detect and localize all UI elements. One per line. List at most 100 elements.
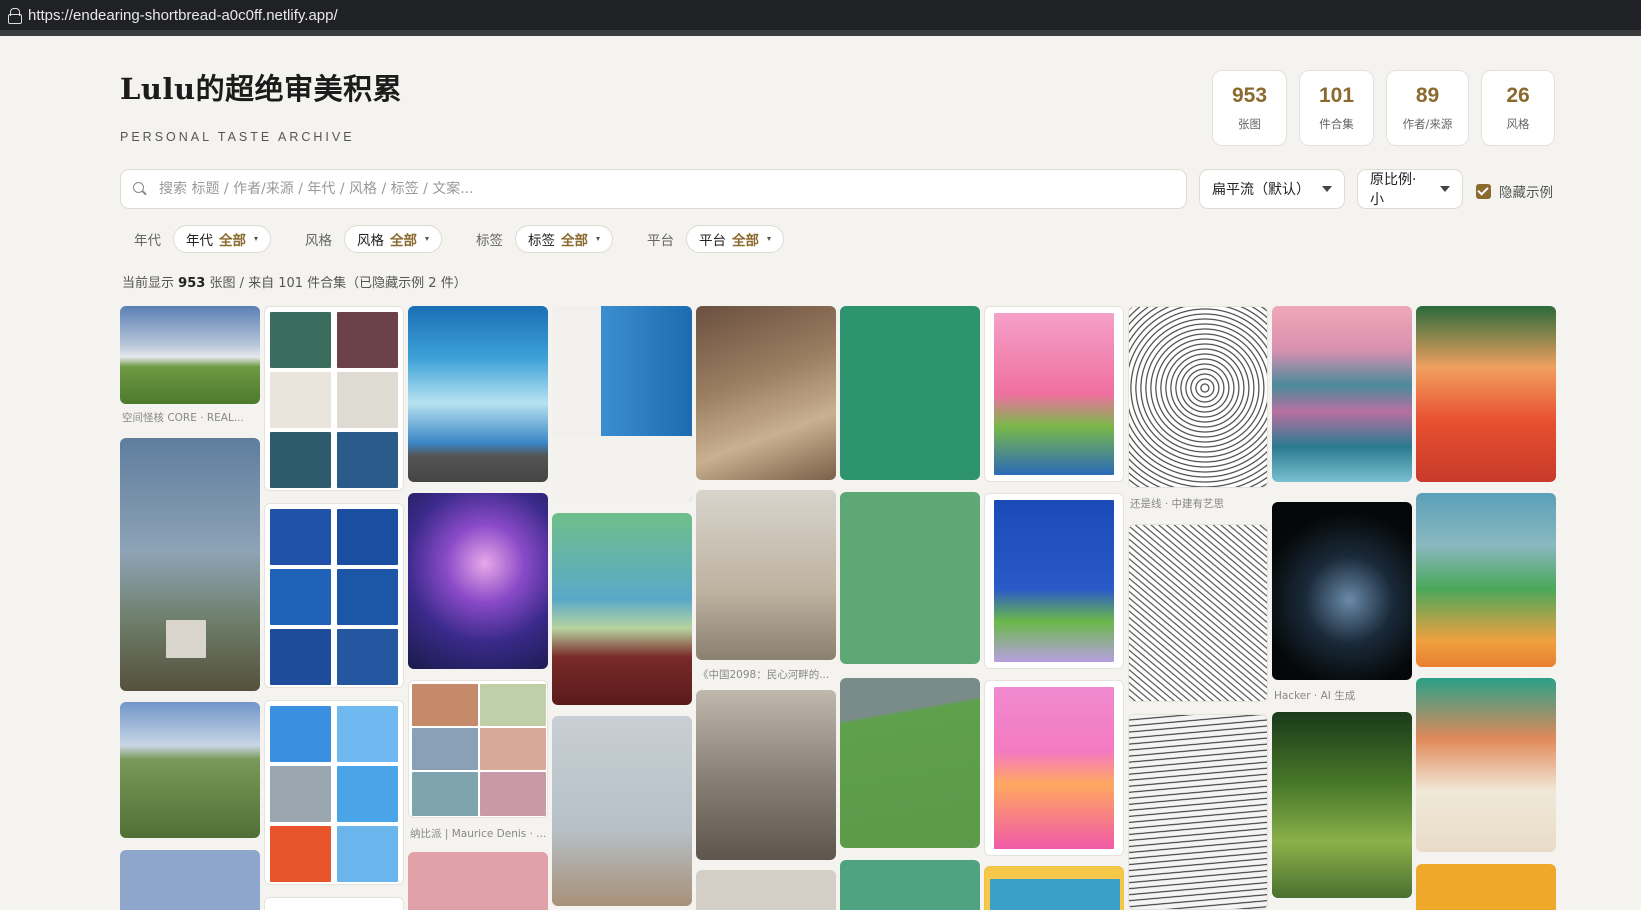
image-card[interactable] <box>408 852 548 910</box>
filter-chip-name: 平台 <box>699 233 726 249</box>
image-grid: 空间怪核 CORE · REAL... 纳比派 | Maurice Denis … <box>120 306 1556 910</box>
summary-rest: 张图 / 来自 101 件合集（已隐藏示例 2 件） <box>209 276 467 291</box>
filter-platform: 平台 平台 全部 <box>647 225 784 253</box>
layout-select[interactable]: 扁平流（默认） <box>1199 169 1345 209</box>
chevron-down-icon <box>596 237 600 241</box>
stat-collections: 101 件合集 <box>1299 70 1374 146</box>
chevron-down-icon <box>254 237 258 241</box>
lock-icon <box>8 8 22 24</box>
image-caption: Hacker · AI 生成 <box>1274 690 1356 702</box>
filter-era-dropdown[interactable]: 年代 全部 <box>173 225 271 253</box>
stat-images: 953 张图 <box>1212 70 1287 146</box>
search-input[interactable] <box>159 181 1186 197</box>
filter-chip-name: 年代 <box>186 233 213 249</box>
image-card[interactable] <box>840 306 980 480</box>
stat-styles: 26 风格 <box>1481 70 1555 146</box>
image-card[interactable] <box>696 490 836 660</box>
image-caption: 空间怪核 CORE · REAL... <box>122 412 244 424</box>
chevron-down-icon <box>1322 186 1332 192</box>
image-card[interactable] <box>552 716 692 906</box>
image-caption: 纳比派 | Maurice Denis · ... <box>410 828 546 840</box>
image-card[interactable] <box>120 438 260 691</box>
filter-label: 标签 <box>476 233 503 249</box>
stat-label: 风格 <box>1506 117 1530 131</box>
page-subtitle: PERSONAL TASTE ARCHIVE <box>120 130 355 144</box>
image-card[interactable] <box>408 680 548 818</box>
stat-value: 953 <box>1231 84 1268 107</box>
image-card[interactable] <box>408 306 548 482</box>
image-card[interactable] <box>1128 714 1268 910</box>
image-card[interactable] <box>1416 864 1556 910</box>
summary-prefix: 当前显示 <box>122 276 175 291</box>
search-box[interactable] <box>120 169 1187 209</box>
image-card[interactable] <box>984 493 1124 669</box>
filter-era: 年代 年代 全部 <box>134 225 271 253</box>
image-card[interactable] <box>696 870 836 910</box>
filter-tag-dropdown[interactable]: 标签 全部 <box>515 225 613 253</box>
filter-style: 风格 风格 全部 <box>305 225 442 253</box>
filter-chip-value: 全部 <box>561 233 588 249</box>
image-card[interactable] <box>264 503 404 688</box>
layout-select-value: 扁平流（默认） <box>1212 182 1310 198</box>
image-card[interactable] <box>120 306 260 404</box>
image-card[interactable] <box>984 866 1124 910</box>
image-card[interactable] <box>840 678 980 848</box>
image-card[interactable] <box>1128 524 1268 702</box>
image-card[interactable] <box>696 306 836 480</box>
image-card[interactable] <box>120 850 260 910</box>
filter-chip-value: 全部 <box>390 233 417 249</box>
search-icon <box>133 182 147 196</box>
browser-address-bar[interactable]: https://endearing-shortbread-a0c0ff.netl… <box>0 0 1641 36</box>
image-card[interactable] <box>264 700 404 885</box>
image-card[interactable] <box>1272 712 1412 898</box>
image-card[interactable] <box>984 306 1124 482</box>
image-card[interactable] <box>552 306 692 502</box>
image-card[interactable] <box>1272 306 1412 482</box>
filter-bar: 年代 年代 全部 风格 风格 全部 标签 标签 全部 平台 平台 全部 <box>134 225 818 253</box>
image-caption: 还是线 · 中建有艺思 <box>1130 498 1225 510</box>
stat-label: 张图 <box>1238 117 1261 131</box>
image-card[interactable] <box>696 690 836 860</box>
browser-url[interactable]: https://endearing-shortbread-a0c0ff.netl… <box>28 7 338 24</box>
image-card[interactable] <box>840 860 980 910</box>
image-card[interactable] <box>408 493 548 669</box>
stat-label: 件合集 <box>1319 117 1354 131</box>
page-title: Lulu的超绝审美积累 <box>120 72 403 106</box>
filter-chip-value: 全部 <box>732 233 759 249</box>
result-summary: 当前显示 953 张图 / 来自 101 件合集（已隐藏示例 2 件） <box>122 272 467 291</box>
filter-chip-name: 标签 <box>528 233 555 249</box>
filter-platform-dropdown[interactable]: 平台 全部 <box>686 225 784 253</box>
image-card[interactable] <box>1128 306 1268 488</box>
filter-label: 平台 <box>647 233 674 249</box>
image-card[interactable] <box>1416 493 1556 667</box>
ratio-select-value: 原比例·小 <box>1370 172 1417 208</box>
image-caption: 《中国2098：民心河畔的... <box>698 669 830 681</box>
stat-value: 101 <box>1318 84 1355 107</box>
image-card[interactable] <box>1416 678 1556 852</box>
stat-value: 89 <box>1415 84 1440 107</box>
image-card[interactable] <box>552 513 692 705</box>
stats-panel: 953 张图 101 件合集 89 作者/来源 26 风格 <box>1212 70 1555 146</box>
filter-label: 风格 <box>305 233 332 249</box>
image-card[interactable] <box>1272 502 1412 680</box>
filter-chip-name: 风格 <box>357 233 384 249</box>
image-card[interactable] <box>120 702 260 838</box>
image-card[interactable] <box>984 680 1124 856</box>
image-card[interactable] <box>1416 306 1556 482</box>
chevron-down-icon <box>767 237 771 241</box>
stat-value: 26 <box>1506 84 1530 107</box>
ratio-select[interactable]: 原比例·小 <box>1357 169 1463 209</box>
hide-examples-label: 隐藏示例 <box>1499 185 1553 201</box>
house-shape <box>166 620 206 658</box>
image-card[interactable] <box>840 492 980 664</box>
filter-tag: 标签 标签 全部 <box>476 225 613 253</box>
hide-examples-toggle[interactable]: 隐藏示例 <box>1476 181 1553 201</box>
filter-label: 年代 <box>134 233 161 249</box>
stat-authors: 89 作者/来源 <box>1386 70 1469 146</box>
filter-style-dropdown[interactable]: 风格 全部 <box>344 225 442 253</box>
chevron-down-icon <box>1440 186 1450 192</box>
image-card[interactable] <box>264 897 404 910</box>
checkbox-checked-icon[interactable] <box>1476 183 1491 199</box>
image-card[interactable] <box>264 306 404 491</box>
stat-label: 作者/来源 <box>1402 117 1453 131</box>
